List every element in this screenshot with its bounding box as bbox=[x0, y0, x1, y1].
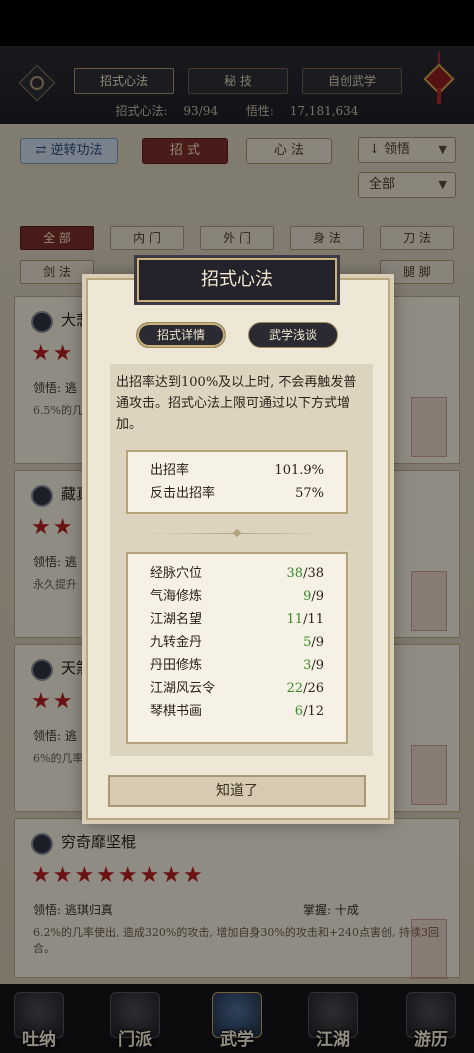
source-label: 丹田修炼 bbox=[150, 658, 203, 673]
source-current: 11 bbox=[286, 612, 304, 627]
divider bbox=[150, 533, 326, 534]
source-current: 6 bbox=[294, 704, 304, 719]
tab-martial-notes[interactable]: 武学浅谈 bbox=[248, 322, 338, 348]
rate-label: 反击出招率 bbox=[150, 486, 216, 501]
source-max: /11 bbox=[303, 612, 324, 627]
source-row: 经脉穴位 38/38 bbox=[128, 562, 346, 585]
source-current: 38 bbox=[286, 566, 304, 581]
rate-box: 出招率 101.9% 反击出招率 57% bbox=[126, 450, 348, 514]
source-row: 气海修炼 9/9 bbox=[128, 585, 346, 608]
source-current: 22 bbox=[286, 681, 304, 696]
source-label: 江湖风云令 bbox=[150, 681, 216, 696]
source-max: /12 bbox=[303, 704, 324, 719]
source-label: 经脉穴位 bbox=[150, 566, 203, 581]
source-row: 江湖风云令 22/26 bbox=[128, 677, 346, 700]
rate-value: 101.9% bbox=[274, 463, 324, 478]
source-label: 九转金丹 bbox=[150, 635, 203, 650]
source-row: 琴棋书画 6/12 bbox=[128, 700, 346, 723]
source-row: 丹田修炼 3/9 bbox=[128, 654, 346, 677]
rate-value: 57% bbox=[295, 486, 324, 501]
source-label: 江湖名望 bbox=[150, 612, 203, 627]
rate-label: 出招率 bbox=[150, 463, 190, 478]
source-label: 气海修炼 bbox=[150, 589, 203, 604]
source-max: /9 bbox=[311, 589, 324, 604]
source-max: /9 bbox=[311, 658, 324, 673]
rate-row: 出招率 101.9% bbox=[128, 459, 346, 482]
source-max: /9 bbox=[311, 635, 324, 650]
tab-move-details[interactable]: 招式详情 bbox=[136, 322, 226, 348]
info-text: 出招率达到100%及以上时, 不会再触发普通攻击。招式心法上限可通过以下方式增加… bbox=[116, 375, 357, 432]
source-label: 琴棋书画 bbox=[150, 704, 203, 719]
source-max: /26 bbox=[303, 681, 324, 696]
rate-row: 反击出招率 57% bbox=[128, 482, 346, 505]
ok-button[interactable]: 知道了 bbox=[108, 775, 366, 807]
source-max: /38 bbox=[303, 566, 324, 581]
sources-box: 经脉穴位 38/38 气海修炼 9/9 江湖名望 11/11 九转金丹 5/9 丹田修炼… bbox=[126, 552, 348, 744]
dialog-title: 招式心法 bbox=[137, 258, 337, 302]
source-row: 九转金丹 5/9 bbox=[128, 631, 346, 654]
source-row: 江湖名望 11/11 bbox=[128, 608, 346, 631]
